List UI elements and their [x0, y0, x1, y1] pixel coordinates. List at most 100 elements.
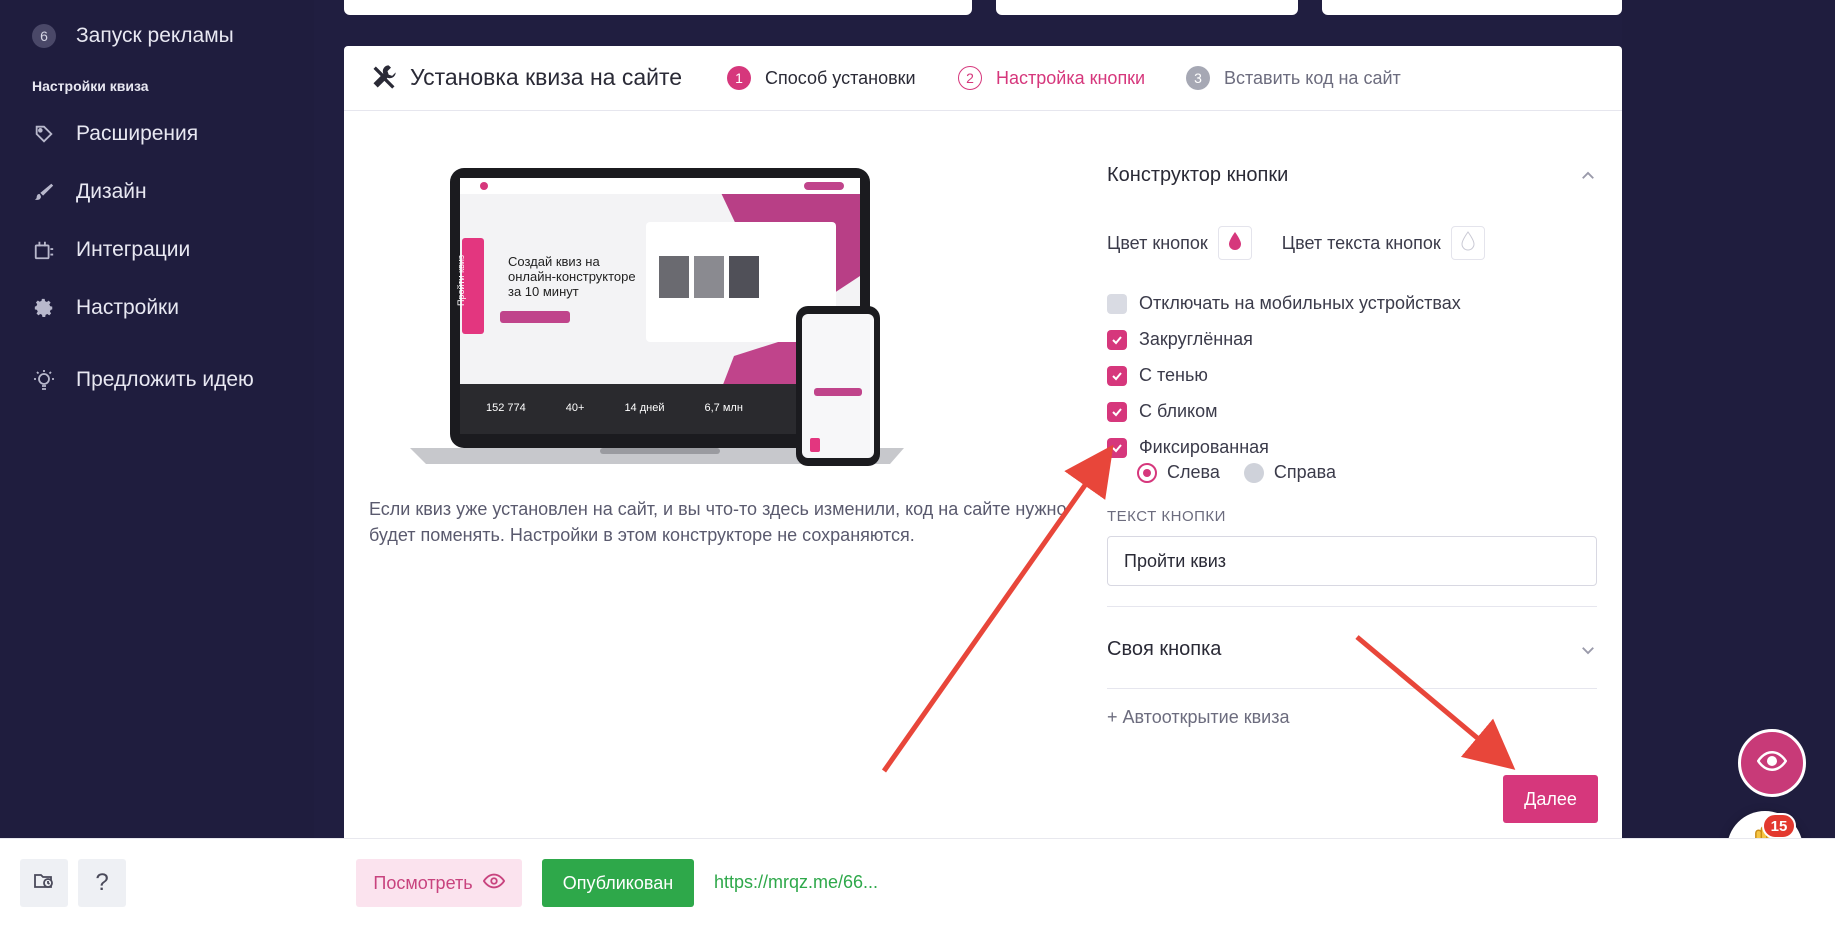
folder-clock-icon	[32, 868, 56, 899]
step-number: 3	[1186, 66, 1210, 90]
checkbox-disable-mobile[interactable]: Отключать на мобильных устройствах	[1107, 293, 1461, 314]
droplet-icon	[1461, 230, 1475, 256]
check-icon	[1112, 371, 1122, 380]
autoopen-quiz-link[interactable]: + Автооткрытие квиза	[1107, 707, 1290, 728]
bottom-bar: ? Посмотреть Опубликован https://mrqz.me…	[0, 838, 1835, 925]
sidebar-item-integrations[interactable]: Интеграции	[32, 238, 190, 262]
quiz-link[interactable]: https://mrqz.me/66...	[714, 872, 878, 893]
right-background	[1622, 0, 1835, 838]
step-label: Настройка кнопки	[996, 67, 1146, 88]
droplet-icon	[1228, 231, 1242, 256]
checkbox[interactable]	[1107, 365, 1127, 386]
sidebar-item-label: Предложить идею	[76, 368, 254, 391]
installation-note: Если квиз уже установлен на сайт, и вы ч…	[369, 499, 1067, 545]
check-icon	[1112, 407, 1122, 416]
step-insert-code[interactable]: 3 Вставить код на сайт	[1186, 66, 1401, 90]
sidebar-item-label: Запуск рекламы	[76, 24, 234, 47]
divider	[1107, 606, 1597, 607]
folder-history-button[interactable]	[20, 859, 68, 907]
check-icon	[1112, 335, 1122, 344]
published-button[interactable]: Опубликован	[542, 859, 694, 907]
laptop-stats: 152 774 40+ 14 дней 6,7 млн	[486, 402, 743, 414]
integrations-icon	[32, 238, 56, 262]
radio-label: Справа	[1273, 462, 1337, 482]
notification-count-badge: 15	[1762, 813, 1796, 839]
gear-icon	[32, 296, 56, 320]
button-text-input[interactable]	[1107, 536, 1597, 586]
preview-fab[interactable]	[1738, 729, 1806, 797]
color-settings-row: Цвет кнопок Цвет текста кнопок	[1107, 226, 1515, 260]
next-button[interactable]: Далее	[1503, 775, 1598, 823]
checkbox-label: С бликом	[1139, 401, 1218, 421]
sidebar-section-title: Настройки квиза	[32, 78, 149, 94]
radio-label: Слева	[1167, 462, 1220, 482]
panel-header: Установка квиза на сайте 1 Способ устано…	[344, 46, 1622, 111]
check-icon	[1112, 443, 1122, 452]
checkbox-label: Фиксированная	[1139, 437, 1269, 457]
checkbox-fixed[interactable]: Фиксированная	[1107, 437, 1269, 458]
custom-button-accordion-header[interactable]: Своя кнопка	[1107, 638, 1597, 661]
checkbox[interactable]	[1107, 401, 1127, 422]
chevron-up-icon	[1579, 167, 1597, 185]
help-button[interactable]: ?	[78, 859, 126, 907]
laptop-heading: Создай квиз на онлайн-конструкторе за 10…	[508, 254, 658, 299]
sidebar-item-extensions[interactable]: Расширения	[32, 122, 198, 146]
checkbox-label: С тенью	[1139, 365, 1208, 385]
sidebar-item-suggest-idea[interactable]: Предложить идею	[32, 368, 254, 392]
eye-icon	[482, 870, 505, 897]
stat-value: 40+	[565, 402, 585, 414]
stat-value: 152 774	[486, 402, 526, 414]
stat-value: 14 дней	[624, 402, 665, 414]
button-color-label: Цвет кнопок	[1107, 232, 1208, 253]
panel-title-text: Установка квиза на сайте	[410, 63, 683, 90]
divider	[1107, 688, 1597, 689]
stat-value: 6,7 млн	[704, 402, 743, 414]
checkbox-rounded[interactable]: Закруглённая	[1107, 329, 1253, 350]
sidebar-item-settings[interactable]: Настройки	[32, 296, 179, 320]
step-label: Вставить код на сайт	[1224, 67, 1401, 88]
sidebar: 6 Запуск рекламы Настройки квиза Расшире…	[0, 0, 314, 838]
laptop-side-button: Пройти квиз	[456, 254, 466, 306]
sidebar-item-launch-ads[interactable]: 6 Запуск рекламы	[32, 24, 234, 48]
step-number: 1	[727, 66, 751, 90]
step-number-badge: 6	[32, 24, 56, 48]
checkbox-label: Закруглённая	[1139, 329, 1253, 349]
checkbox[interactable]	[1107, 437, 1127, 458]
eye-icon	[1756, 746, 1788, 781]
checkbox[interactable]	[1107, 329, 1127, 350]
constructor-accordion-header[interactable]: Конструктор кнопки	[1107, 164, 1597, 187]
text-color-picker[interactable]	[1450, 226, 1485, 260]
top-card	[996, 0, 1298, 15]
text-color-label: Цвет текста кнопок	[1281, 232, 1441, 253]
step-number: 2	[958, 66, 982, 90]
radio-right[interactable]	[1243, 462, 1264, 483]
button-color-picker[interactable]	[1217, 226, 1252, 260]
panel-title: Установка квиза на сайте	[370, 63, 682, 91]
sidebar-item-label: Расширения	[76, 122, 199, 145]
step-label: Способ установки	[765, 67, 916, 88]
step-installation-method[interactable]: 1 Способ установки	[727, 66, 916, 90]
checkbox[interactable]	[1107, 293, 1127, 314]
sidebar-item-design[interactable]: Дизайн	[32, 180, 147, 204]
heading-line: Создай квиз на	[508, 254, 600, 269]
top-card	[344, 0, 972, 15]
tools-icon	[370, 63, 398, 91]
constructor-title: Конструктор кнопки	[1107, 164, 1289, 186]
lightbulb-icon	[32, 368, 56, 392]
checkbox-shadow[interactable]: С тенью	[1107, 365, 1208, 386]
heading-line: онлайн-конструкторе	[508, 269, 636, 284]
sidebar-item-label: Дизайн	[76, 180, 147, 203]
sidebar-item-label: Настройки	[76, 296, 179, 319]
preview-button[interactable]: Посмотреть	[356, 859, 522, 907]
brush-icon	[32, 180, 56, 204]
chevron-down-icon	[1579, 641, 1597, 659]
heading-line: за 10 минут	[508, 284, 579, 299]
step-button-settings[interactable]: 2 Настройка кнопки	[958, 66, 1145, 90]
checkbox-glare[interactable]: С бликом	[1107, 401, 1218, 422]
install-quiz-panel: Установка квиза на сайте 1 Способ устано…	[344, 46, 1622, 846]
top-card	[1322, 0, 1622, 15]
custom-button-title: Своя кнопка	[1107, 638, 1222, 660]
checkbox-label: Отключать на мобильных устройствах	[1139, 293, 1461, 313]
position-radio-group: Слева Справа	[1137, 462, 1336, 483]
radio-left[interactable]	[1137, 462, 1157, 483]
